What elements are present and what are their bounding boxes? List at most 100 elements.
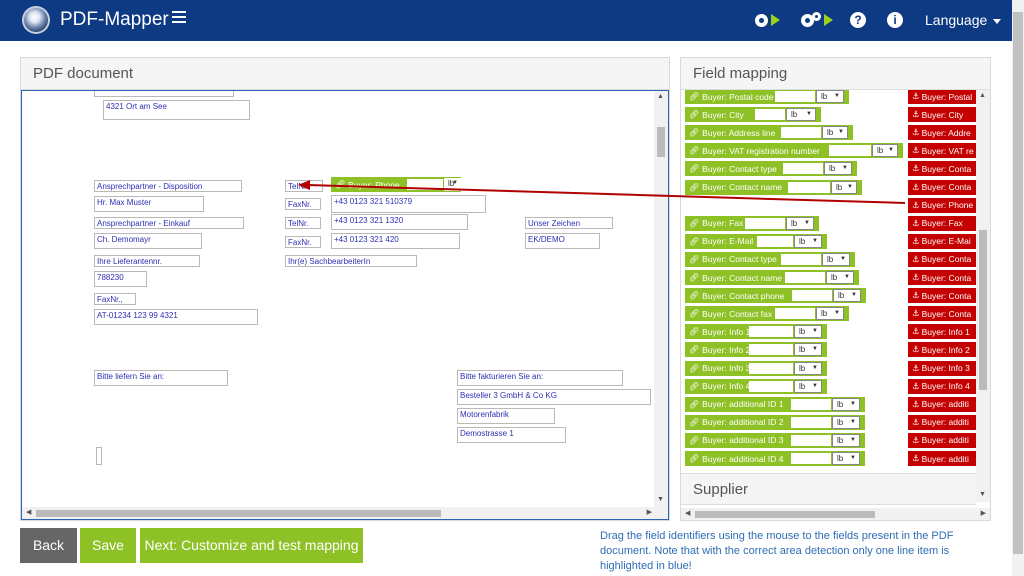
field-tag[interactable]: 🔗︎ Buyer: Info 2 lb ▼: [685, 342, 827, 358]
unit-select[interactable]: lb ▼: [786, 216, 814, 230]
field-input[interactable]: [775, 91, 815, 102]
field-tag[interactable]: 🔗︎ Buyer: VAT registration number lb ▼: [685, 143, 903, 159]
field-tag[interactable]: 🔗︎ Buyer: additional ID 2 lb ▼: [685, 414, 865, 430]
pdf-text-box[interactable]: Motorenfabrik: [457, 408, 555, 424]
mapped-field-tag[interactable]: ⚓︎ Buyer: additi: [908, 432, 978, 448]
field-input[interactable]: [785, 272, 825, 283]
mapped-field-tag[interactable]: ⚓︎ Buyer: Postal: [908, 90, 978, 104]
pdf-text-box[interactable]: [94, 91, 234, 97]
field-input[interactable]: [749, 362, 793, 374]
pdf-text-box[interactable]: FaxNr.: [285, 236, 321, 248]
field-input[interactable]: [791, 434, 831, 446]
field-tag[interactable]: 🔗︎ Buyer: Fax lb ▼: [685, 215, 819, 231]
mapped-field-tag[interactable]: ⚓︎ Buyer: E-Mai: [908, 233, 978, 249]
field-input[interactable]: [781, 127, 821, 139]
pdf-text-box[interactable]: Ansprechpartner - Einkauf: [94, 217, 244, 229]
pdf-text-box[interactable]: [96, 447, 102, 465]
mapped-field-tag[interactable]: ⚓︎ Buyer: Conta: [908, 179, 978, 195]
scroll-up-icon[interactable]: ▲: [657, 93, 664, 100]
pdf-text-box[interactable]: Bitte fakturieren Sie an:: [457, 370, 623, 386]
unit-select[interactable]: lb ▼: [816, 307, 844, 321]
info-icon[interactable]: i: [887, 11, 903, 29]
field-tag[interactable]: 🔗︎ Buyer: Contact name lb ▼: [685, 270, 859, 285]
mapped-field-tag[interactable]: ⚓︎ Buyer: City: [908, 107, 978, 123]
field-input[interactable]: [792, 290, 832, 302]
field-tag[interactable]: 🔗︎ Buyer: Info 4 lb ▼: [685, 378, 827, 394]
field-input[interactable]: [407, 179, 443, 190]
mapped-field-tag[interactable]: ⚓︎ Buyer: VAT re: [908, 143, 978, 159]
mapping-horizontal-scrollbar[interactable]: ◀ ▶: [681, 508, 990, 520]
field-input[interactable]: [791, 453, 831, 464]
mapped-field-tag[interactable]: ⚓︎ Buyer: additi: [908, 396, 978, 412]
field-input[interactable]: [829, 145, 871, 157]
field-input[interactable]: [775, 308, 815, 320]
unit-select[interactable]: lb ▼: [832, 433, 860, 447]
help-icon[interactable]: ?: [850, 11, 866, 29]
mapped-field-tag[interactable]: ⚓︎ Buyer: Conta: [908, 288, 978, 304]
unit-select[interactable]: lb ▼: [786, 108, 816, 122]
pdf-text-box[interactable]: TelNr.: [285, 217, 321, 229]
mapped-field-tag[interactable]: ⚓︎ Buyer: Addre: [908, 125, 978, 141]
pdf-text-box[interactable]: +43 0123 321 510379: [331, 195, 486, 213]
field-tag[interactable]: 🔗︎ Buyer: City lb ▼: [685, 107, 821, 123]
menu-icon[interactable]: [172, 11, 186, 25]
pdf-text-box[interactable]: Unser Zeichen: [525, 217, 613, 229]
field-tag[interactable]: 🔗︎ Buyer: Contact type lb ▼: [685, 251, 855, 267]
unit-select[interactable]: lb ▼: [794, 361, 822, 375]
mapped-field-tag[interactable]: ⚓︎ Buyer: Conta: [908, 161, 978, 177]
pdf-text-box[interactable]: FaxNr.,: [94, 293, 136, 305]
back-button[interactable]: Back: [20, 528, 77, 563]
pdf-viewer[interactable]: 4321 Ort am See Ansprechpartner - Dispos…: [21, 90, 669, 520]
pdf-text-box[interactable]: Ch. Demomayr: [94, 233, 202, 249]
pdf-vertical-scrollbar[interactable]: ▲ ▼: [654, 91, 668, 519]
pdf-text-box[interactable]: Demostrasse 1: [457, 427, 566, 443]
scroll-right-icon[interactable]: ▶: [981, 509, 986, 517]
pdf-text-box[interactable]: Besteller 3 GmbH & Co KG: [457, 389, 651, 405]
pdf-text-box[interactable]: FaxNr.: [285, 198, 321, 210]
field-input[interactable]: [749, 344, 793, 356]
pdf-horizontal-scrollbar[interactable]: ◀ ▶: [22, 507, 656, 519]
scroll-left-icon[interactable]: ◀: [26, 508, 31, 516]
pdf-text-box[interactable]: Hr. Max Muster: [94, 196, 204, 212]
pdf-text-box[interactable]: 4321 Ort am See: [103, 100, 250, 120]
unit-select[interactable]: lb ▼: [816, 90, 844, 103]
field-input[interactable]: [749, 380, 793, 392]
unit-select[interactable]: lb ▼: [794, 234, 822, 248]
save-button[interactable]: Save: [80, 528, 136, 563]
unit-select[interactable]: lb ▼: [794, 379, 822, 393]
field-tag[interactable]: 🔗︎ Buyer: Address line lb ▼: [685, 125, 853, 141]
pdf-text-box[interactable]: Ansprechpartner - Disposition: [94, 180, 242, 192]
field-input[interactable]: [783, 163, 823, 175]
pdf-text-box[interactable]: EK/DEMO: [525, 233, 600, 249]
field-tag[interactable]: 🔗︎ Buyer: Contact name lb ▼: [685, 179, 862, 195]
unit-select[interactable]: lb ▼: [444, 178, 461, 191]
pdf-text-box[interactable]: +43 0123 321 1320: [331, 214, 468, 230]
scroll-left-icon[interactable]: ◀: [685, 509, 690, 517]
gears-play-icon[interactable]: [801, 11, 833, 29]
field-tag[interactable]: 🔗︎ Buyer: additional ID 1 lb ▼: [685, 396, 865, 412]
mapped-field-tag[interactable]: ⚓︎ Buyer: Info 4: [908, 378, 978, 394]
placed-field-tag[interactable]: 🔗︎ Buyer: Phone lb ▼: [331, 177, 461, 192]
mapped-field-tag[interactable]: ⚓︎ Buyer: Conta: [908, 306, 978, 322]
unit-select[interactable]: lb ▼: [794, 343, 822, 357]
field-input[interactable]: [749, 326, 793, 338]
field-input[interactable]: [755, 109, 785, 121]
scroll-right-icon[interactable]: ▶: [647, 508, 652, 516]
field-tag[interactable]: 🔗︎ Buyer: E-Mail lb ▼: [685, 233, 827, 249]
scroll-down-icon[interactable]: ▼: [657, 496, 664, 503]
field-input[interactable]: [745, 217, 785, 229]
field-tag[interactable]: 🔗︎ Buyer: additional ID 4 lb ▼: [685, 451, 865, 466]
pdf-text-box[interactable]: Ihre Lieferantennr.: [94, 255, 200, 267]
unit-select[interactable]: lb ▼: [833, 289, 861, 303]
unit-select[interactable]: lb ▼: [832, 415, 860, 429]
mapped-field-tag[interactable]: ⚓︎ Buyer: Info 2: [908, 342, 978, 358]
field-tag[interactable]: 🔗︎ Buyer: Contact type lb ▼: [685, 161, 857, 177]
unit-select[interactable]: lb ▼: [832, 452, 860, 465]
field-tag[interactable]: 🔗︎ Buyer: Info 3 lb ▼: [685, 360, 827, 376]
mapped-field-tag[interactable]: ⚓︎ Buyer: additi: [908, 414, 978, 430]
field-tag[interactable]: 🔗︎ Buyer: Contact fax lb ▼: [685, 306, 849, 322]
unit-select[interactable]: lb ▼: [872, 144, 898, 158]
supplier-section-title[interactable]: Supplier: [681, 473, 976, 505]
pdf-text-box[interactable]: Bitte liefern Sie an:: [94, 370, 228, 386]
unit-select[interactable]: lb ▼: [822, 252, 850, 266]
